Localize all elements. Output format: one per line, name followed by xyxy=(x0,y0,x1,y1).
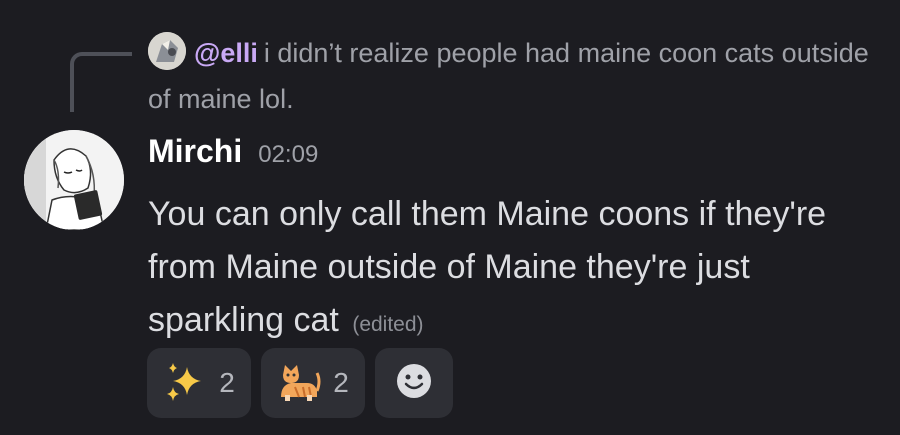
reply-mention[interactable]: @elli xyxy=(194,38,258,68)
reply-preview[interactable]: @elli i didn’t realize people had maine c… xyxy=(148,30,878,122)
message-header: Mirchi 02:09 xyxy=(148,133,318,179)
reaction-bar: 2 2 xyxy=(147,348,453,418)
reaction-sparkles[interactable]: 2 xyxy=(147,348,251,418)
message-body: You can only call them Maine coons if th… xyxy=(148,188,888,351)
sparkles-icon xyxy=(163,361,207,405)
avatar[interactable] xyxy=(24,130,124,230)
reaction-count: 2 xyxy=(333,367,349,398)
smiley-icon xyxy=(395,362,433,405)
edited-label: (edited) xyxy=(352,313,424,336)
cat-icon xyxy=(277,361,321,405)
chat-screen: @elli i didn’t realize people had maine c… xyxy=(0,0,900,435)
message-text: You can only call them Maine coons if th… xyxy=(148,195,827,339)
author-name[interactable]: Mirchi xyxy=(148,133,242,170)
reply-connector xyxy=(70,52,132,112)
add-reaction-button[interactable] xyxy=(375,348,453,418)
reply-avatar[interactable] xyxy=(148,32,186,70)
reaction-count: 2 xyxy=(219,367,235,398)
timestamp[interactable]: 02:09 xyxy=(258,141,318,169)
reaction-cat[interactable]: 2 xyxy=(261,348,365,418)
